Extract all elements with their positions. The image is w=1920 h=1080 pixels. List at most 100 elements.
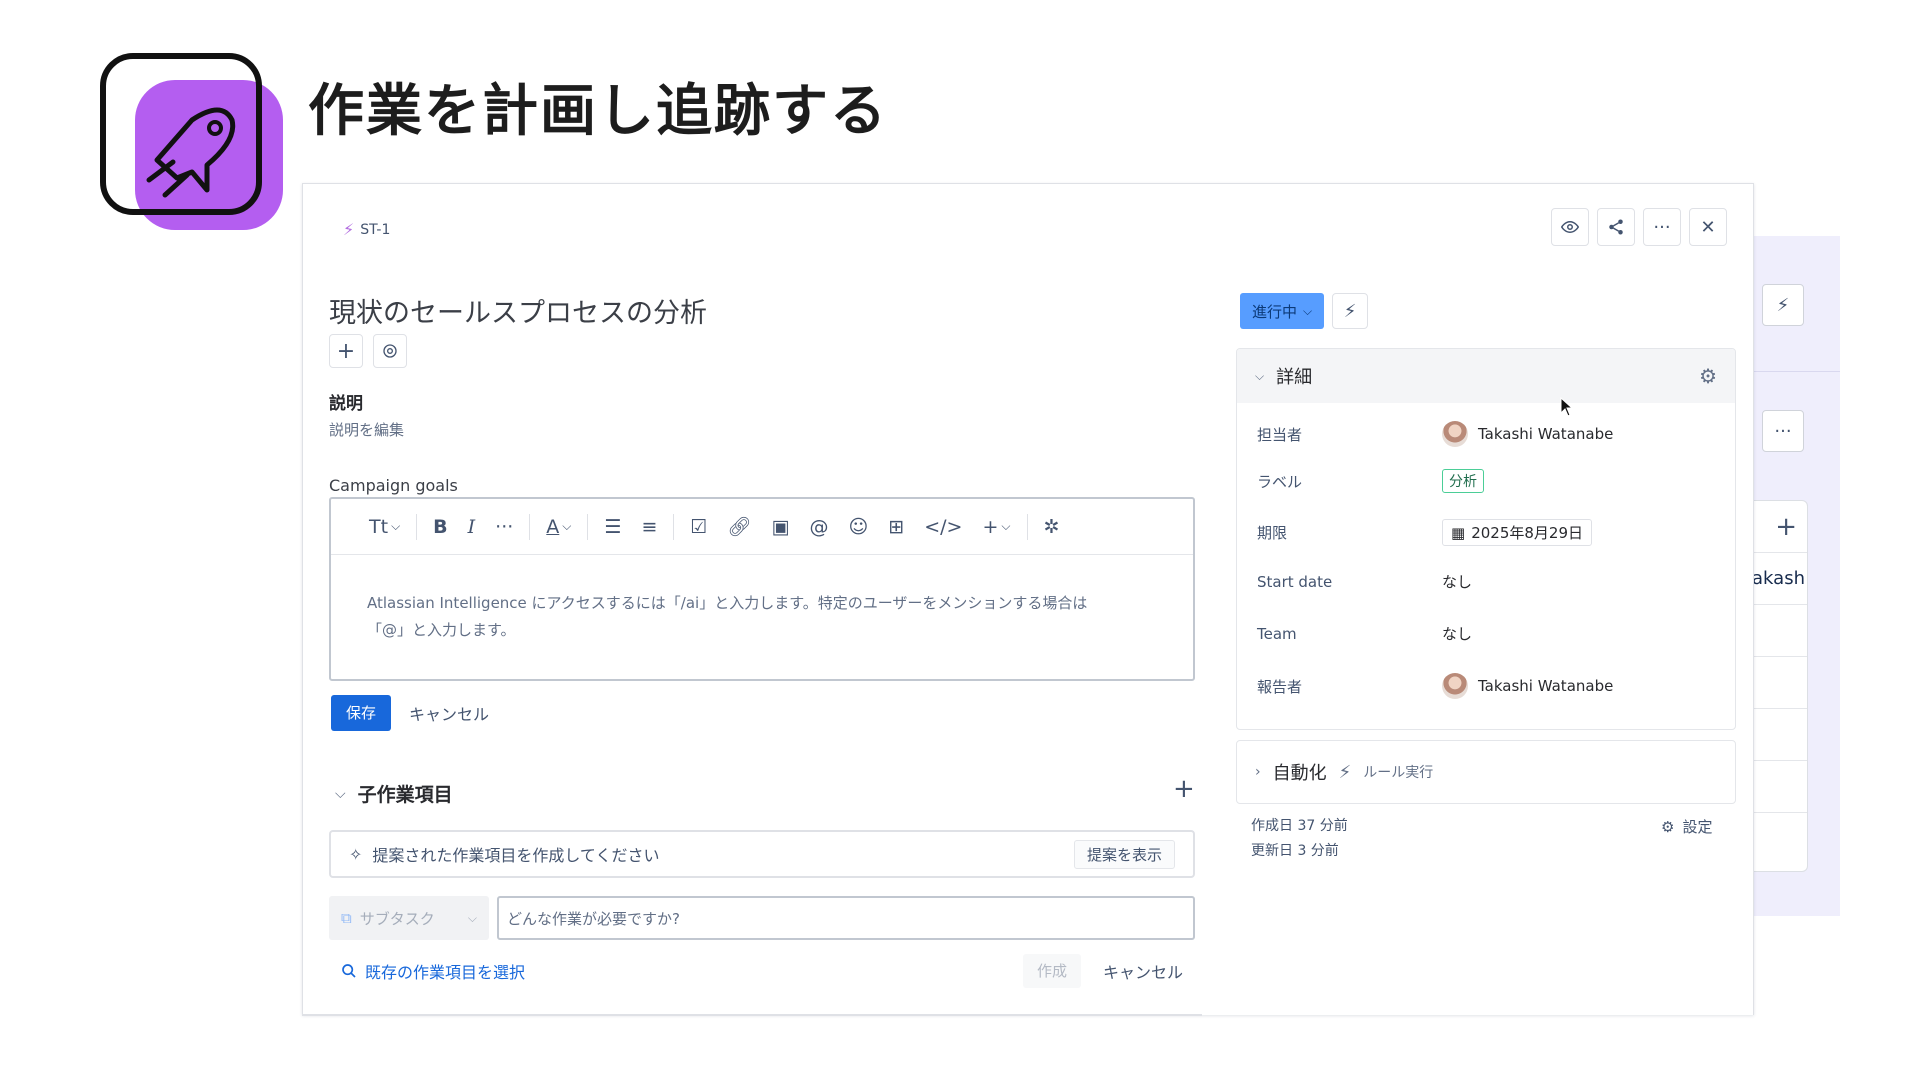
assignee-name: Takashi Watanabe [1478, 425, 1614, 443]
bullet-list-button[interactable]: ☰ [594, 516, 631, 538]
ai-sparkle-icon: ✧ [349, 844, 363, 864]
label-tag[interactable]: 分析 [1442, 469, 1484, 493]
suggest-child-items[interactable]: ✧ 提案された作業項目を作成してください 提案を表示 [329, 830, 1195, 878]
eye-icon [1561, 220, 1579, 234]
chevron-down-icon: ⌵ [335, 785, 346, 802]
code-icon[interactable]: </> [914, 516, 972, 538]
ai-sparkle-icon[interactable]: ✲ [1034, 516, 1070, 538]
plus-icon: + [1173, 774, 1195, 804]
italic-button[interactable]: I [458, 516, 486, 538]
divider [1740, 371, 1840, 372]
status-button[interactable]: 進行中 ⌵ [1240, 293, 1325, 329]
save-button[interactable]: 保存 [331, 695, 392, 731]
gear-icon[interactable]: ⚙ [1699, 364, 1717, 388]
detail-label: Start date [1257, 572, 1333, 591]
team-value[interactable]: なし [1442, 623, 1472, 644]
create-actions: 作成 キャンセル [1023, 954, 1183, 988]
insert-button[interactable]: + ⌵ [972, 516, 1020, 538]
detail-row-assignee: 担当者 Takashi Watanabe [1257, 421, 1717, 447]
mention-icon[interactable]: @ [800, 516, 839, 538]
watch-button[interactable] [1551, 208, 1589, 246]
due-date-field[interactable]: ▦ 2025年8月29日 [1442, 519, 1592, 546]
reporter-field[interactable]: Takashi Watanabe [1442, 673, 1613, 699]
create-subtask-row: ⧉ サブタスク ⌵ どんな作業が必要ですか? [329, 896, 1195, 940]
automation-bolt-button[interactable]: ⚡ [1762, 284, 1804, 326]
assignee-field[interactable]: Takashi Watanabe [1442, 421, 1613, 447]
checkbox-icon[interactable]: ☑ [680, 516, 717, 538]
chevron-down-icon: ⌵ [1001, 519, 1011, 533]
detail-label: 期限 [1257, 524, 1288, 542]
rocket-logo-icon [100, 53, 283, 230]
calendar-icon: ▦ [1451, 523, 1466, 542]
table-icon[interactable]: ⊞ [878, 516, 914, 538]
share-button[interactable] [1597, 208, 1635, 246]
create-button[interactable]: 作成 [1023, 954, 1082, 988]
text-color-button[interactable]: A ⌵ [536, 516, 581, 538]
configure-button[interactable]: ⚙ 設定 [1661, 816, 1712, 837]
mouse-cursor-icon [1560, 397, 1574, 417]
numbered-list-button[interactable]: ≡ [631, 516, 667, 538]
more-icon: ··· [1774, 420, 1792, 442]
image-icon[interactable]: ▣ [762, 516, 800, 538]
subtask-summary-input[interactable]: どんな作業が必要ですか? [497, 896, 1195, 940]
input-placeholder: どんな作業が必要ですか? [507, 909, 680, 928]
chevron-down-icon: ⌵ [562, 519, 572, 533]
show-suggestions-button[interactable]: 提案を表示 [1073, 839, 1175, 869]
suggest-text: 提案された作業項目を作成してください [372, 846, 660, 865]
close-button[interactable]: ✕ [1689, 208, 1727, 246]
apps-button[interactable] [373, 334, 407, 368]
search-icon [342, 964, 356, 978]
due-date-chip[interactable]: ▦ 2025年8月29日 [1442, 519, 1592, 546]
configure-label: 設定 [1682, 818, 1713, 836]
link-icon[interactable]: 🔗︎ [717, 515, 761, 538]
issue-meta: 作成日 37 分前 更新日 3 分前 [1251, 814, 1348, 864]
divider [1026, 513, 1028, 540]
cancel-button[interactable]: キャンセル [1103, 959, 1183, 983]
select-existing-link[interactable]: 既存の作業項目を選択 [341, 959, 525, 983]
quick-add-buttons: + [329, 334, 407, 368]
bold-button[interactable]: B [423, 516, 457, 538]
plus-icon: + [336, 338, 356, 364]
divider [529, 513, 531, 540]
labels-field[interactable]: 分析 [1442, 469, 1484, 493]
rule-executions-label: ルール実行 [1363, 765, 1434, 781]
due-date-value: 2025年8月29日 [1471, 524, 1583, 542]
avatar [1442, 421, 1468, 447]
chevron-down-icon: ⌵ [1255, 368, 1265, 383]
issue-type-select[interactable]: ⧉ サブタスク ⌵ [329, 896, 489, 940]
actions-bolt-button[interactable]: ⚡ [1332, 293, 1369, 329]
updated-text: 更新日 3 分前 [1251, 843, 1339, 859]
text-style-button[interactable]: Tt ⌵ [359, 516, 410, 538]
add-button[interactable]: + [329, 334, 363, 368]
more-actions-button[interactable]: ··· [1643, 208, 1681, 246]
reporter-name: Takashi Watanabe [1478, 677, 1614, 695]
settings-circle-icon [383, 344, 397, 358]
gear-icon: ⚙ [1661, 817, 1675, 836]
editor-placeholder: Atlassian Intelligence にアクセスするには「/ai」と入力… [331, 555, 1193, 679]
detail-label: Team [1257, 624, 1297, 643]
issue-key-link[interactable]: ⚡ ST-1 [343, 220, 390, 239]
start-date-value[interactable]: なし [1442, 571, 1472, 592]
description-edit-link[interactable]: 説明を編集 [329, 419, 404, 440]
chevron-down-icon: ⌵ [391, 519, 401, 533]
avatar [1442, 673, 1468, 699]
top-actions: ··· ✕ [1551, 208, 1727, 246]
subtask-icon: ⧉ [341, 909, 352, 927]
editor-toolbar: Tt ⌵ B I ··· A ⌵ ☰ ≡ ☑ 🔗︎ ▣ @ ☺ ⊞ </> + ⌵ ✲ [331, 499, 1193, 555]
automation-panel[interactable]: › 自動化 ⚡ ルール実行 [1236, 740, 1736, 804]
issue-title[interactable]: 現状のセールスプロセスの分析 [329, 291, 707, 330]
more-formatting-button[interactable]: ··· [485, 516, 523, 538]
child-items-heading[interactable]: ⌵ 子作業項目 [335, 780, 453, 807]
emoji-icon[interactable]: ☺ [839, 516, 879, 538]
issue-type-label: サブタスク [359, 909, 435, 928]
detail-label: ラベル [1257, 472, 1303, 491]
details-header[interactable]: ⌵ 詳細 ⚙ [1237, 349, 1735, 403]
child-items-title: 子作業項目 [357, 784, 453, 806]
divider [416, 513, 418, 540]
epic-bolt-icon: ⚡ [343, 220, 355, 239]
add-child-button[interactable]: + [1173, 774, 1195, 804]
cancel-button[interactable]: キャンセル [409, 701, 489, 725]
more-button[interactable]: ··· [1762, 410, 1804, 452]
divider [587, 513, 589, 540]
rich-text-editor[interactable]: Tt ⌵ B I ··· A ⌵ ☰ ≡ ☑ 🔗︎ ▣ @ ☺ ⊞ </> + ⌵ ✲… [329, 497, 1195, 681]
